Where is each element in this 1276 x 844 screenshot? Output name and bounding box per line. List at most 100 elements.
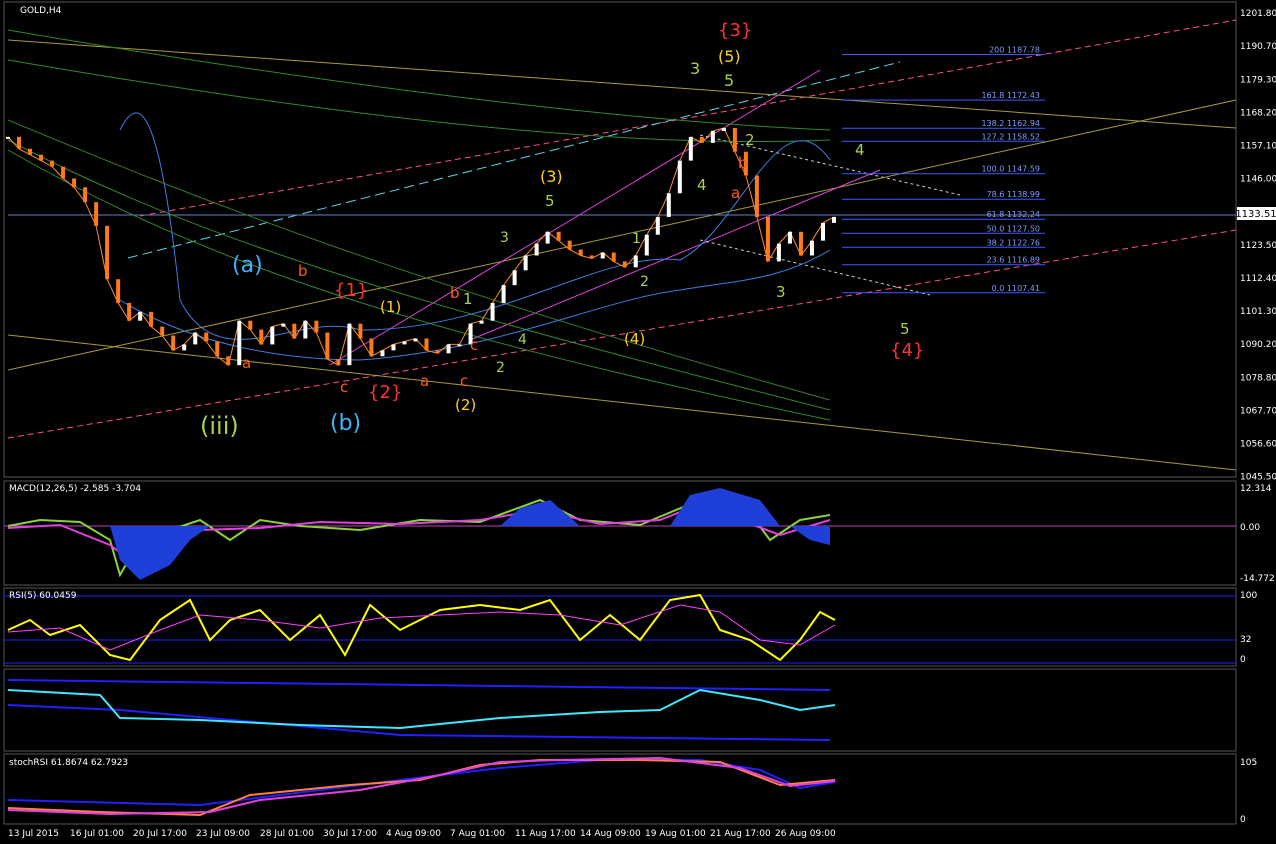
wave-label: 3 xyxy=(776,283,786,301)
price-tick: 1190.70 xyxy=(1240,42,1276,52)
price-candle xyxy=(215,341,220,357)
price-series xyxy=(6,127,836,367)
stochrsi-label: stochRSI 61.8674 62.7923 xyxy=(9,758,128,768)
price-candle xyxy=(391,344,396,351)
wave-label: 5 xyxy=(545,192,555,210)
wave-label: a xyxy=(420,372,429,390)
price-candle xyxy=(688,136,693,161)
stochrsi-tick-top: 105 xyxy=(1240,758,1257,768)
price-candle xyxy=(600,252,605,259)
time-tick: 13 Jul 2015 xyxy=(8,829,59,839)
price-candle xyxy=(303,320,308,339)
price-candle xyxy=(809,240,814,256)
fib-label: 127.2 1158.52 xyxy=(981,132,1040,141)
price-tick: 1146.00 xyxy=(1240,174,1276,184)
time-tick: 4 Aug 09:00 xyxy=(386,829,441,839)
time-tick: 28 Jul 01:00 xyxy=(260,829,314,839)
price-candle xyxy=(17,136,22,149)
fib-label: 138.2 1162.94 xyxy=(981,119,1040,128)
price-candle xyxy=(413,338,418,342)
fib-label: 78.6 1138.99 xyxy=(987,190,1040,199)
time-tick: 26 Aug 09:00 xyxy=(775,829,836,839)
wave-label: 2 xyxy=(640,274,649,290)
price-candle xyxy=(314,320,319,333)
price-candle xyxy=(160,326,165,336)
price-candle xyxy=(589,255,594,259)
fib-label: 23.6 1116.89 xyxy=(987,256,1040,265)
wave-label: (1) xyxy=(380,298,401,316)
price-candle xyxy=(149,311,154,327)
fib-label: 61.8 1132.24 xyxy=(987,210,1040,219)
price-candle xyxy=(832,216,836,223)
price-candle xyxy=(534,243,539,256)
wave-label: (a) xyxy=(232,253,263,278)
price-candle xyxy=(446,344,451,354)
fib-label: 200 1187.78 xyxy=(989,46,1040,55)
time-axis: 13 Jul 2015 16 Jul 01:00 20 Jul 17:00 23 Ju… xyxy=(8,829,836,839)
price-candle xyxy=(677,160,682,194)
price-candle xyxy=(61,166,66,179)
price-tick: 1123.50 xyxy=(1240,241,1276,251)
wave-label: {2} xyxy=(368,382,402,403)
price-tick: 1179.30 xyxy=(1240,76,1276,86)
time-tick: 7 Aug 01:00 xyxy=(450,829,505,839)
price-candle xyxy=(72,178,77,188)
price-candle xyxy=(39,154,44,161)
price-candle xyxy=(292,323,297,339)
wave-label: (2) xyxy=(455,396,476,414)
channel-lines xyxy=(7,19,1237,471)
time-tick: 21 Aug 17:00 xyxy=(710,829,771,839)
wave-label: (4) xyxy=(624,330,645,348)
price-candle xyxy=(545,231,550,244)
wave-label: (3) xyxy=(540,167,563,186)
price-tick: 1078.80 xyxy=(1240,374,1276,384)
price-line xyxy=(7,127,835,367)
price-candle xyxy=(611,252,616,262)
current-price-label: 1133.51 xyxy=(1235,209,1276,220)
wave-label: 4 xyxy=(855,141,865,159)
time-tick: 16 Jul 01:00 xyxy=(70,829,124,839)
wave-label: {1} xyxy=(334,280,368,301)
price-candle xyxy=(138,311,143,321)
rsi-tick-bottom: 0 xyxy=(1240,655,1246,665)
time-tick: 11 Aug 17:00 xyxy=(515,829,576,839)
time-tick: 19 Aug 01:00 xyxy=(645,829,706,839)
wave-label: 4 xyxy=(697,176,707,194)
price-candle xyxy=(369,338,374,357)
wave-label: {3} xyxy=(718,20,752,41)
chart-canvas[interactable]: 200 1187.78161.8 1172.43138.2 1162.94127… xyxy=(0,0,1276,840)
price-candle xyxy=(501,285,506,303)
price-candle xyxy=(754,175,759,217)
price-candle xyxy=(622,261,627,268)
wave-label: 5 xyxy=(900,320,910,338)
fib-label: 161.8 1172.43 xyxy=(981,91,1040,100)
wave-label: (5) xyxy=(718,47,741,66)
wave-label: 1 xyxy=(632,231,641,247)
fib-levels: 200 1187.78 161.8 1172.43 138.2 1162.94 127… xyxy=(842,46,1045,294)
fib-label: 38.2 1122.76 xyxy=(987,238,1040,247)
wave-label: b xyxy=(738,154,748,172)
price-candle xyxy=(490,302,495,321)
price-tick: 1045.50 xyxy=(1240,472,1276,482)
wave-label: 5 xyxy=(724,71,734,90)
price-candle xyxy=(435,350,440,354)
price-candle xyxy=(556,231,561,241)
rsi-tick-mid: 32 xyxy=(1240,635,1251,645)
price-candle xyxy=(105,225,110,280)
wave-label: a xyxy=(242,354,251,372)
price-candle xyxy=(325,332,330,360)
wave-label: (iii) xyxy=(200,412,239,440)
wave-label: 4 xyxy=(518,332,527,348)
price-candle xyxy=(127,302,132,321)
price-candle xyxy=(655,216,660,235)
price-candle xyxy=(523,255,528,271)
price-candle xyxy=(204,332,209,342)
price-candle xyxy=(171,335,176,351)
price-candle xyxy=(6,136,10,139)
wave-label: a xyxy=(731,184,740,202)
price-candle xyxy=(259,329,264,345)
current-price-marker: 1133.51 xyxy=(1235,207,1276,220)
time-tick: 20 Jul 17:00 xyxy=(133,829,187,839)
price-candle xyxy=(633,255,638,268)
price-candle xyxy=(457,344,462,347)
